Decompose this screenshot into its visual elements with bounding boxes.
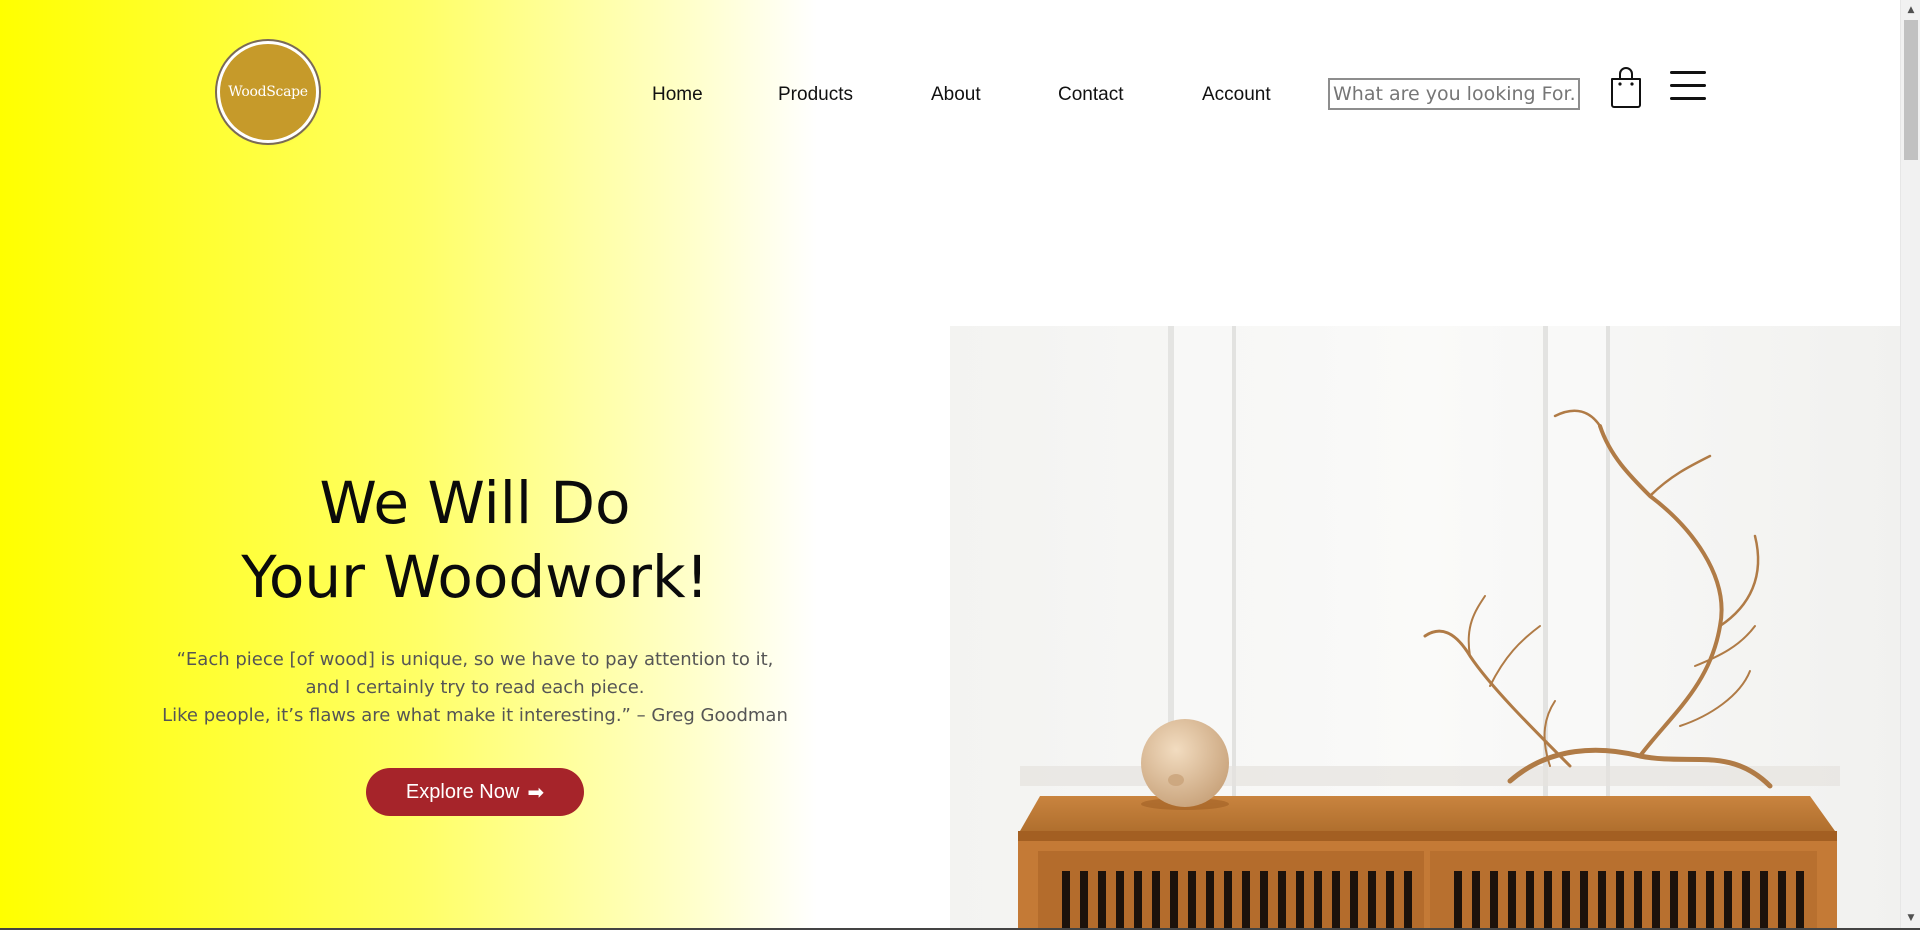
explore-label: Explore Now	[405, 780, 520, 803]
nav-contact-link[interactable]: Contact	[1058, 84, 1123, 106]
nav-home-link[interactable]: Home	[652, 84, 703, 106]
scroll-up-icon[interactable]: ▲	[1901, 2, 1920, 18]
vertical-scrollbar[interactable]: ▲ ▼	[1900, 0, 1920, 930]
logo-text: WoodScape	[228, 84, 308, 100]
explore-now-button[interactable]: Explore Now ➡	[366, 768, 584, 816]
arrow-right-icon: ➡	[527, 781, 545, 804]
nav-about-link[interactable]: About	[931, 84, 981, 106]
hero-title-line1: We Will Do	[319, 469, 631, 537]
hero-title-line2: Your Woodwork!	[241, 543, 709, 611]
nav-account-link[interactable]: Account	[1202, 84, 1271, 106]
hero-image	[950, 326, 1900, 930]
scroll-down-icon[interactable]: ▼	[1901, 910, 1920, 926]
scrollbar-thumb[interactable]	[1904, 20, 1918, 160]
search-input[interactable]	[1328, 78, 1580, 110]
hamburger-menu-icon[interactable]	[1670, 71, 1706, 101]
landing-page: WoodScape Home Products About Contact Ac…	[0, 0, 1900, 930]
quote-line-3: Like people, it’s flaws are what make it…	[162, 705, 788, 726]
hero-title: We Will Do Your Woodwork!	[175, 466, 775, 614]
shopping-bag-icon[interactable]	[1610, 66, 1642, 108]
hero-quote: “Each piece [of wood] is unique, so we h…	[115, 646, 835, 730]
quote-line-1: “Each piece [of wood] is unique, so we h…	[176, 649, 774, 670]
brand-logo[interactable]: WoodScape	[220, 44, 316, 140]
quote-line-2: and I certainly try to read each piece.	[305, 677, 645, 698]
nav-products-link[interactable]: Products	[778, 84, 853, 106]
